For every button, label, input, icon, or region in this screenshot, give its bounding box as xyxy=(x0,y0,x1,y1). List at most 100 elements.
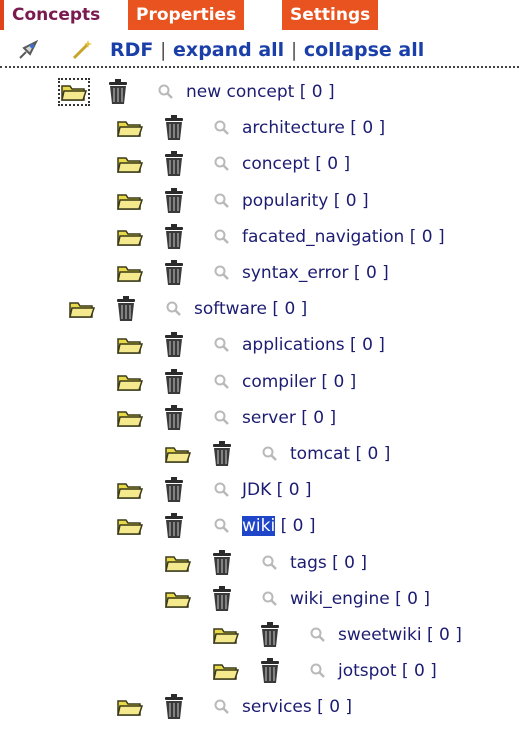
folder-icon[interactable] xyxy=(212,659,240,683)
folder-icon[interactable] xyxy=(164,551,192,575)
folder-icon[interactable] xyxy=(164,442,192,466)
magnifier-icon[interactable] xyxy=(212,480,232,500)
tree-item-label[interactable]: JDK [ 0 ] xyxy=(242,476,312,504)
concept-name[interactable]: wiki_engine xyxy=(290,589,390,609)
concept-name[interactable]: architecture xyxy=(242,118,345,138)
wand-icon[interactable] xyxy=(70,38,94,62)
magnifier-icon[interactable] xyxy=(212,335,232,355)
tree-item-label[interactable]: services [ 0 ] xyxy=(242,693,352,721)
magnifier-icon[interactable] xyxy=(260,553,280,573)
concept-name[interactable]: facated_navigation xyxy=(242,227,404,247)
trash-icon[interactable] xyxy=(162,404,186,432)
tab-properties[interactable]: Properties xyxy=(128,0,245,30)
folder-icon[interactable] xyxy=(116,225,144,249)
tree-item-label[interactable]: server [ 0 ] xyxy=(242,404,336,432)
concept-name[interactable]: sweetwiki xyxy=(338,625,422,645)
tree-item-label[interactable]: tags [ 0 ] xyxy=(290,549,367,577)
trash-icon[interactable] xyxy=(210,440,234,468)
trash-icon[interactable] xyxy=(162,476,186,504)
trash-icon[interactable] xyxy=(210,585,234,613)
concept-count: [ 0 ] xyxy=(344,118,386,139)
folder-icon[interactable] xyxy=(164,587,192,611)
magnifier-icon[interactable] xyxy=(308,661,328,681)
folder-icon[interactable] xyxy=(116,514,144,538)
magnifier-icon[interactable] xyxy=(212,516,232,536)
trash-icon[interactable] xyxy=(258,657,282,685)
folder-icon[interactable] xyxy=(212,623,240,647)
trash-icon[interactable] xyxy=(210,549,234,577)
folder-icon[interactable] xyxy=(116,695,144,719)
collapse-all-link[interactable]: collapse all xyxy=(304,39,424,61)
tab-settings[interactable]: Settings xyxy=(282,0,379,30)
tree-item-label[interactable]: sweetwiki [ 0 ] xyxy=(338,621,462,649)
magnifier-icon[interactable] xyxy=(164,299,184,319)
magnifier-icon[interactable] xyxy=(212,697,232,717)
rocket-icon[interactable] xyxy=(16,38,40,62)
concept-name[interactable]: software xyxy=(194,299,267,319)
folder-icon[interactable] xyxy=(116,152,144,176)
trash-icon[interactable] xyxy=(162,693,186,721)
folder-icon[interactable] xyxy=(58,78,90,106)
magnifier-icon[interactable] xyxy=(212,372,232,392)
concept-name[interactable]: jotspot xyxy=(338,661,397,681)
tree-item-label[interactable]: applications [ 0 ] xyxy=(242,331,385,359)
trash-icon[interactable] xyxy=(162,331,186,359)
folder-icon[interactable] xyxy=(116,261,144,285)
tree-item-label[interactable]: software [ 0 ] xyxy=(194,295,307,323)
magnifier-icon[interactable] xyxy=(212,154,232,174)
magnifier-icon[interactable] xyxy=(212,263,232,283)
magnifier-icon[interactable] xyxy=(260,589,280,609)
magnifier-icon[interactable] xyxy=(156,82,176,102)
tree-item-label[interactable]: architecture [ 0 ] xyxy=(242,114,385,142)
magnifier-icon[interactable] xyxy=(260,444,280,464)
tree-item-label[interactable]: wiki [ 0 ] xyxy=(242,512,316,540)
concept-name[interactable]: server xyxy=(242,408,296,428)
trash-icon[interactable] xyxy=(114,295,138,323)
folder-icon[interactable] xyxy=(116,116,144,140)
folder-icon[interactable] xyxy=(116,333,144,357)
expand-all-link[interactable]: expand all xyxy=(173,39,284,61)
tree-item-label[interactable]: facated_navigation [ 0 ] xyxy=(242,223,445,251)
trash-icon[interactable] xyxy=(162,223,186,251)
trash-icon[interactable] xyxy=(162,368,186,396)
concept-name[interactable]: popularity xyxy=(242,191,328,211)
concept-name[interactable]: new concept xyxy=(186,82,294,102)
tree-item-label[interactable]: tomcat [ 0 ] xyxy=(290,440,390,468)
magnifier-icon[interactable] xyxy=(212,408,232,428)
trash-icon[interactable] xyxy=(258,621,282,649)
concept-count: [ 0 ] xyxy=(311,697,353,718)
trash-icon[interactable] xyxy=(162,150,186,178)
tree-item-label[interactable]: popularity [ 0 ] xyxy=(242,187,369,215)
tree-item-label[interactable]: new concept [ 0 ] xyxy=(186,78,335,106)
magnifier-icon[interactable] xyxy=(212,191,232,211)
tree-item-label[interactable]: compiler [ 0 ] xyxy=(242,368,356,396)
folder-icon[interactable] xyxy=(116,189,144,213)
concept-name[interactable]: concept xyxy=(242,154,310,174)
trash-icon[interactable] xyxy=(162,259,186,287)
folder-icon[interactable] xyxy=(116,478,144,502)
trash-icon[interactable] xyxy=(162,187,186,215)
tree-item-label[interactable]: jotspot [ 0 ] xyxy=(338,657,437,685)
magnifier-icon[interactable] xyxy=(212,227,232,247)
concept-name[interactable]: services xyxy=(242,697,312,717)
tab-concepts[interactable]: Concepts xyxy=(12,0,100,30)
tree-item-label[interactable]: wiki_engine [ 0 ] xyxy=(290,585,430,613)
magnifier-icon[interactable] xyxy=(308,625,328,645)
concept-name[interactable]: applications xyxy=(242,335,345,355)
tree-item-label[interactable]: concept [ 0 ] xyxy=(242,150,350,178)
folder-icon[interactable] xyxy=(68,297,96,321)
concept-name[interactable]: wiki xyxy=(242,516,276,537)
concept-name[interactable]: JDK xyxy=(242,480,271,500)
trash-icon[interactable] xyxy=(162,512,186,540)
trash-icon[interactable] xyxy=(162,114,186,142)
trash-icon[interactable] xyxy=(106,78,130,106)
concept-name[interactable]: syntax_error xyxy=(242,263,349,283)
magnifier-icon[interactable] xyxy=(212,118,232,138)
tree-item-label[interactable]: syntax_error [ 0 ] xyxy=(242,259,389,287)
folder-icon[interactable] xyxy=(116,406,144,430)
concept-name[interactable]: tags xyxy=(290,553,327,573)
rdf-link[interactable]: RDF xyxy=(110,39,153,61)
folder-icon[interactable] xyxy=(116,370,144,394)
concept-name[interactable]: compiler xyxy=(242,372,316,392)
concept-name[interactable]: tomcat xyxy=(290,444,350,464)
